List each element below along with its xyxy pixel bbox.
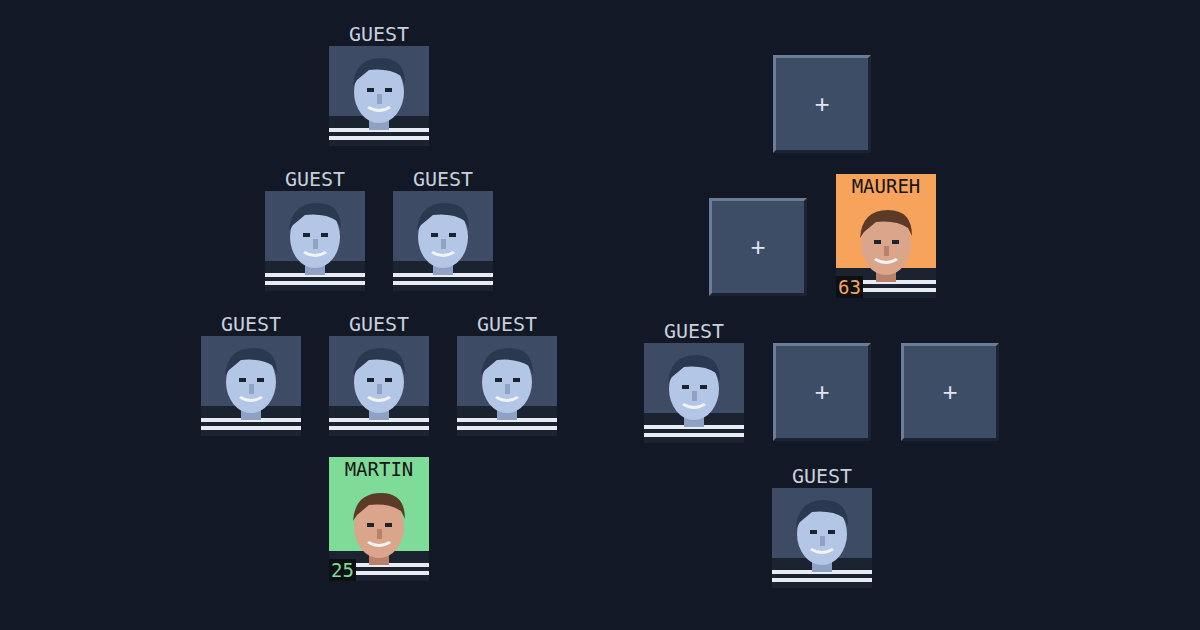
guest-card[interactable]: GUEST xyxy=(393,167,493,291)
formation-row: GUEST + + xyxy=(644,319,1000,443)
avatar-icon xyxy=(457,336,557,436)
guest-label: GUEST xyxy=(265,167,365,191)
empty-slot: + xyxy=(900,319,1000,443)
avatar-icon xyxy=(329,46,429,146)
add-player-button[interactable]: + xyxy=(773,55,871,153)
avatar-icon xyxy=(644,343,744,443)
guest-label: GUEST xyxy=(644,319,744,343)
formation-row: + xyxy=(644,31,1000,153)
avatar-icon xyxy=(201,336,301,436)
formation-row: + MAUREH 63 xyxy=(644,174,1000,298)
add-player-button[interactable]: + xyxy=(773,343,871,441)
avatar-icon xyxy=(329,336,429,436)
formation-row: MARTIN 25 xyxy=(201,457,557,581)
guest-label: GUEST xyxy=(772,464,872,488)
formation-row: GUEST xyxy=(644,464,1000,588)
guest-label: GUEST xyxy=(393,167,493,191)
guest-card[interactable]: GUEST xyxy=(201,312,301,436)
guest-card[interactable]: GUEST xyxy=(329,312,429,436)
avatar-icon xyxy=(772,488,872,588)
lineup-screen: GUESTGUESTGUESTGUESTGUESTGUESTMARTIN25++… xyxy=(0,0,1200,630)
avatar-icon xyxy=(393,191,493,291)
empty-slot: + xyxy=(772,319,872,443)
formation-row: GUEST GUEST GUEST xyxy=(201,312,557,436)
formation-row: GUEST xyxy=(201,22,557,146)
formation: + + MAUREH 63 GUEST + + GUEST xyxy=(644,31,1000,588)
avatar-icon xyxy=(265,191,365,291)
player-level: 63 xyxy=(836,276,863,298)
player-name: MARTIN xyxy=(329,457,429,481)
formation: GUEST GUEST GUEST GUEST GUEST GUEST MARTIN 25 xyxy=(201,22,557,581)
guest-label: GUEST xyxy=(329,312,429,336)
empty-slot: + xyxy=(772,31,872,153)
player-level: 25 xyxy=(329,559,356,581)
formation-row: GUEST GUEST xyxy=(201,167,557,291)
add-player-button[interactable]: + xyxy=(709,198,807,296)
guest-card[interactable]: GUEST xyxy=(644,319,744,443)
guest-label: GUEST xyxy=(457,312,557,336)
guest-card[interactable]: GUEST xyxy=(457,312,557,436)
guest-label: GUEST xyxy=(201,312,301,336)
guest-label: GUEST xyxy=(329,22,429,46)
player-name: MAUREH xyxy=(836,174,936,198)
guest-card[interactable]: GUEST xyxy=(772,464,872,588)
player-card[interactable]: MARTIN 25 xyxy=(329,457,429,581)
guest-card[interactable]: GUEST xyxy=(265,167,365,291)
player-card[interactable]: MAUREH 63 xyxy=(836,174,936,298)
add-player-button[interactable]: + xyxy=(901,343,999,441)
empty-slot: + xyxy=(708,174,808,298)
guest-card[interactable]: GUEST xyxy=(329,22,429,146)
